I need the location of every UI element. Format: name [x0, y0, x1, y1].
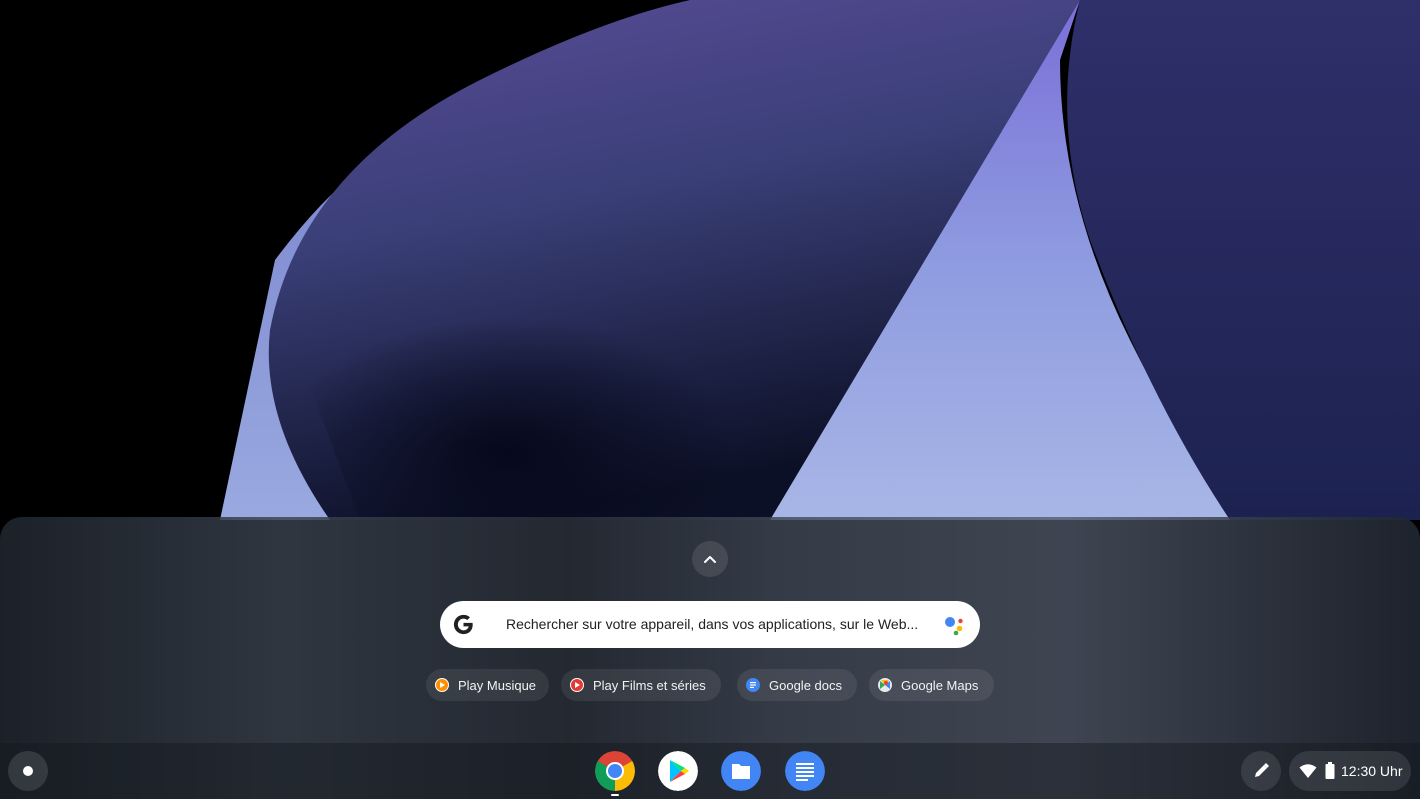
play-movies-icon [570, 678, 584, 692]
clock: 12:30 Uhr [1341, 763, 1403, 779]
files-icon[interactable] [721, 751, 761, 791]
google-assistant-icon[interactable] [943, 614, 967, 636]
chip-play-musique[interactable]: Play Musique [426, 669, 549, 701]
desktop: Rechercher sur votre appareil, dans vos … [0, 0, 1420, 799]
launcher-circle-icon [23, 766, 33, 776]
chip-google-maps[interactable]: Google Maps [869, 669, 994, 701]
launcher-button[interactable] [8, 751, 48, 791]
chip-label: Google Maps [901, 677, 979, 693]
wifi-icon [1299, 764, 1317, 778]
chip-label: Google docs [769, 677, 842, 693]
chevron-up-icon [704, 556, 716, 563]
stylus-icon [1255, 763, 1269, 777]
play-music-icon [435, 678, 449, 692]
google-g-icon [453, 614, 473, 635]
battery-icon [1325, 762, 1335, 779]
chip-label: Play Films et séries [593, 677, 706, 693]
chrome-icon[interactable] [595, 751, 635, 791]
chip-label: Play Musique [458, 677, 537, 693]
running-indicator [611, 794, 619, 796]
stylus-tools-button[interactable] [1241, 751, 1281, 791]
launcher-search-box[interactable]: Rechercher sur votre appareil, dans vos … [440, 601, 980, 648]
chip-google-docs[interactable]: Google docs [737, 669, 857, 701]
play-store-icon[interactable] [658, 751, 698, 791]
docs-icon[interactable] [785, 751, 825, 791]
status-tray[interactable]: 12:30 Uhr [1289, 751, 1411, 791]
search-placeholder: Rechercher sur votre appareil, dans vos … [506, 616, 919, 632]
shelf: 12:30 Uhr [0, 743, 1420, 799]
suggestion-chips: Play Musique Play Films et séries Google… [0, 669, 1420, 701]
google-docs-icon [746, 678, 760, 692]
google-maps-icon [878, 678, 892, 692]
chip-play-films[interactable]: Play Films et séries [561, 669, 721, 701]
expand-launcher-button[interactable] [692, 541, 728, 577]
